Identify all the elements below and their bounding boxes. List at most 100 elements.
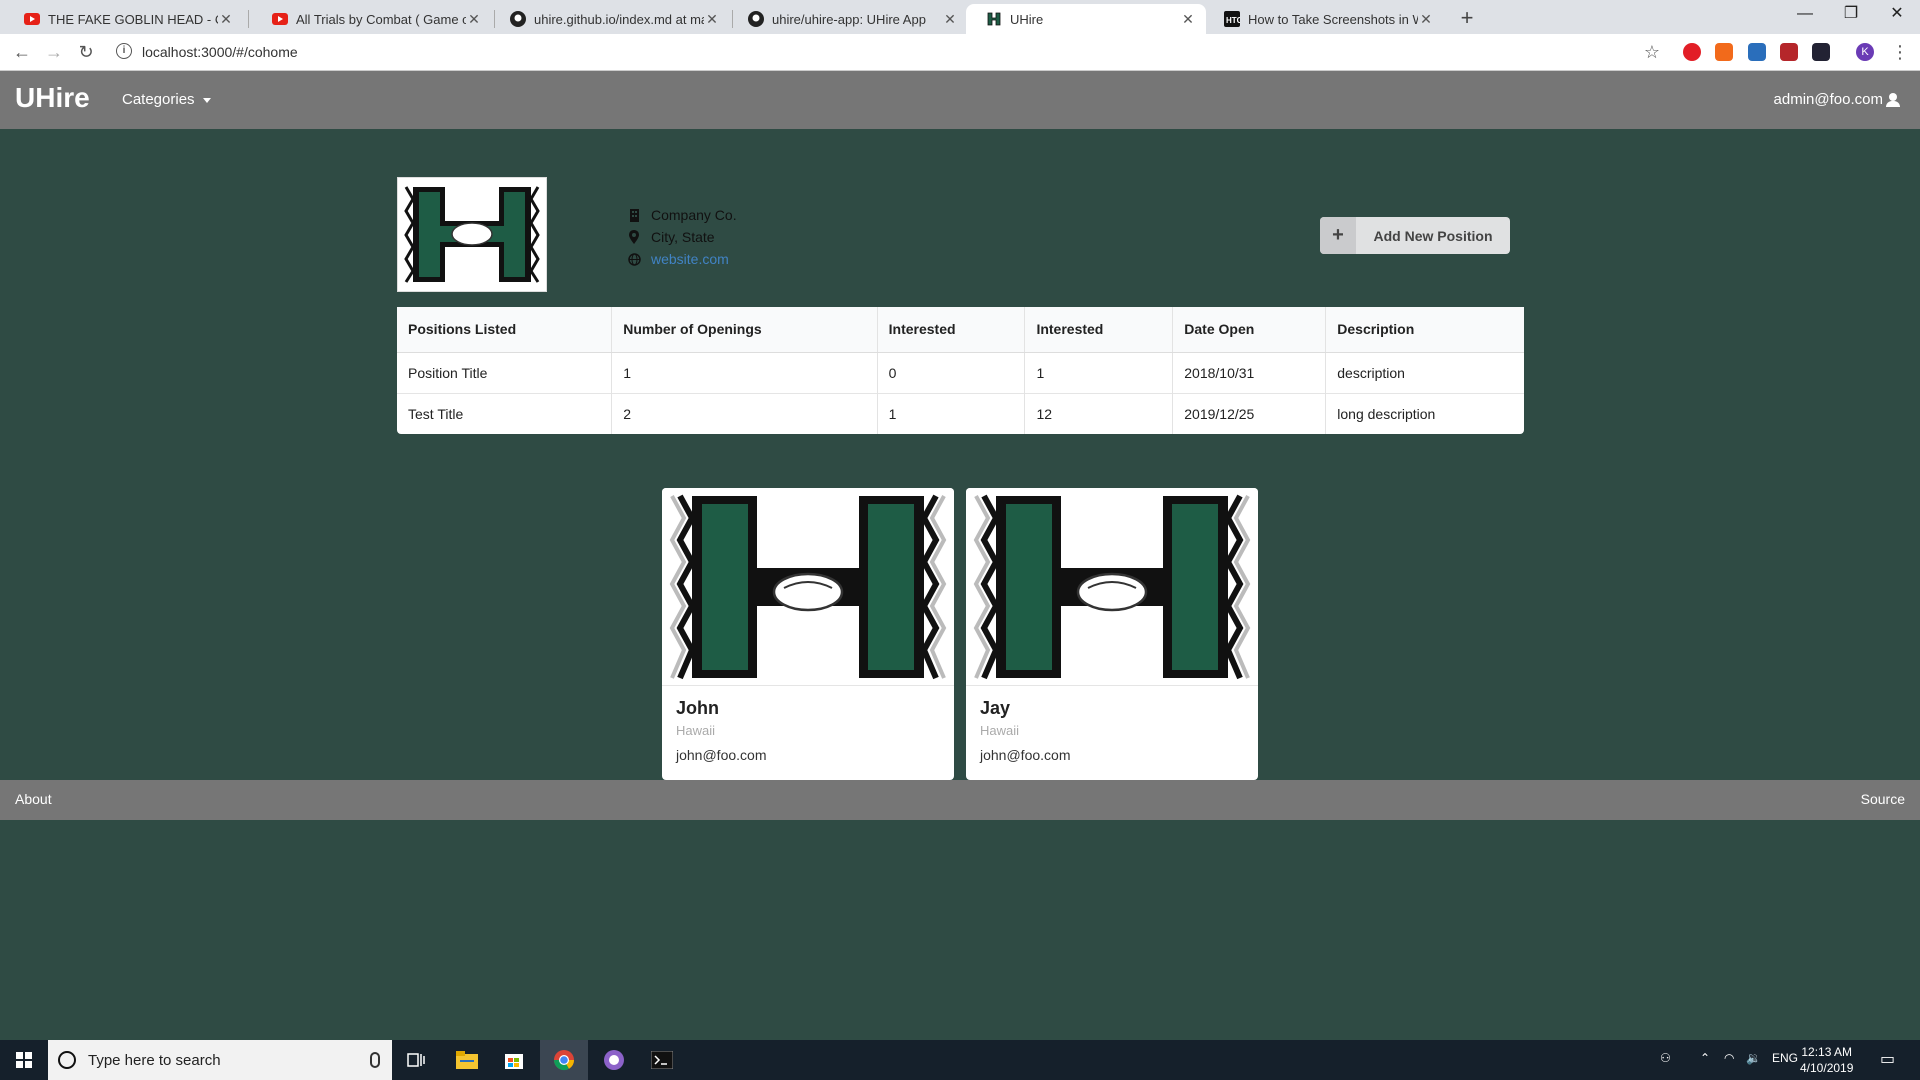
company-website-row: website.com [627,248,737,270]
taskbar-search-box[interactable]: Type here to search [48,1040,392,1080]
column-header: Interested [876,307,1025,353]
adblock-extension-icon[interactable] [1683,43,1701,61]
site-info-icon[interactable]: i [116,43,132,59]
back-button[interactable]: ← [10,40,34,64]
lock-extension-icon[interactable] [1715,43,1733,61]
app-navbar: UHire Categories admin@foo.com [0,71,1920,129]
close-tab-icon[interactable]: ✕ [218,11,234,28]
add-new-position-button[interactable]: + Add New Position [1320,217,1510,254]
browser-tab-4[interactable]: uhire/uhire-app: UHire App ✕ [728,4,968,34]
cortana-icon [58,1051,76,1069]
task-view-icon[interactable] [392,1040,440,1080]
categories-dropdown[interactable]: Categories [122,91,211,108]
company-website-link[interactable]: website.com [651,248,729,270]
chrome-taskbar-icon[interactable] [540,1040,588,1080]
table-cell: Test Title [397,392,612,434]
close-tab-icon[interactable]: ✕ [1180,11,1196,28]
minimize-button[interactable]: — [1782,0,1828,30]
candidate-image [966,488,1258,686]
table-cell: Position Title [397,351,612,393]
company-logo [397,177,547,292]
url-text: localhost:3000/#/cohome [142,44,298,60]
browser-menu-icon[interactable]: ⋮ [1888,40,1912,64]
table-cell: long description [1325,392,1524,434]
language-indicator[interactable]: ENG [1772,1051,1798,1065]
close-tab-icon[interactable]: ✕ [1418,11,1434,28]
source-link[interactable]: Source [1861,791,1905,807]
volume-icon[interactable]: 🔉 [1746,1051,1761,1065]
microsoft-store-icon[interactable] [490,1040,538,1080]
windows-taskbar: Type here to search ⚇ ⌃ ◠ 🔉 ENG 12:13 AM… [0,1040,1920,1080]
uhire-icon [986,11,1002,27]
github-icon [510,11,526,27]
reload-button[interactable]: ↻ [74,40,98,64]
tab-title: uhire.github.io/index.md at master [534,11,704,27]
browser-tab-2[interactable]: All Trials by Combat ( Game of Thrones )… [252,4,492,34]
building-icon [627,208,641,222]
user-menu[interactable]: admin@foo.com [1774,91,1900,108]
file-explorer-icon[interactable] [443,1040,491,1080]
candidate-location: Hawaii [980,723,1020,738]
browser-tab-1[interactable]: THE FAKE GOBLIN HEAD - OFFLINE ✕ [4,4,244,34]
red-extension-icon[interactable] [1780,43,1798,61]
people-icon[interactable]: ⚇ [1660,1051,1671,1065]
browser-tab-strip: THE FAKE GOBLIN HEAD - OFFLINE ✕ All Tri… [0,0,1920,34]
candidate-card[interactable]: John Hawaii john@foo.com [662,488,954,780]
clock-date: 4/10/2019 [1800,1061,1854,1075]
windows-start-button[interactable] [0,1040,48,1080]
clock-time: 12:13 AM [1801,1045,1853,1059]
profile-avatar[interactable]: K [1856,43,1874,61]
brand-logo-text[interactable]: UHire [15,82,90,114]
tab-title: UHire [1010,11,1044,27]
dark-extension-icon[interactable] [1812,43,1830,61]
translate-extension-icon[interactable] [1748,43,1766,61]
candidate-email: john@foo.com [980,747,1071,763]
notifications-icon[interactable]: ▭ [1880,1049,1895,1069]
table-cell: 1 [1024,351,1173,393]
forward-button[interactable]: → [42,40,66,64]
github-icon [748,11,764,27]
plus-icon: + [1320,217,1356,254]
table-cell: 1 [876,392,1025,434]
network-icon[interactable]: ◠ [1724,1051,1734,1065]
address-bar[interactable]: i localhost:3000/#/cohome [110,38,1670,67]
terminal-icon[interactable] [638,1040,686,1080]
browser-tab-6[interactable]: HTG How to Take Screenshots in Windows ✕ [1204,4,1444,34]
table-cell: 2019/12/25 [1172,392,1326,434]
add-new-position-label: Add New Position [1373,227,1493,244]
map-pin-icon [627,230,641,244]
browser-tab-3[interactable]: uhire.github.io/index.md at master ✕ [490,4,730,34]
restore-button[interactable]: ❐ [1828,0,1874,30]
purple-app-icon[interactable] [590,1040,638,1080]
column-header: Date Open [1172,307,1326,353]
svg-text:HTG: HTG [1226,16,1240,25]
microphone-icon[interactable] [370,1052,380,1068]
table-cell: 2018/10/31 [1172,351,1326,393]
close-tab-icon[interactable]: ✕ [704,11,720,28]
candidate-email: john@foo.com [676,747,767,763]
about-link[interactable]: About [15,791,52,807]
close-window-button[interactable]: ✕ [1874,0,1920,30]
table-header-row: Positions Listed Number of Openings Inte… [397,307,1524,353]
youtube-icon [24,11,40,27]
table-row: Test Title 2 1 12 2019/12/25 long descri… [397,392,1524,434]
column-header: Number of Openings [611,307,878,353]
windows-logo-icon [16,1052,32,1068]
htg-icon: HTG [1224,11,1240,27]
close-tab-icon[interactable]: ✕ [942,11,958,28]
close-tab-icon[interactable]: ✕ [466,11,482,28]
user-icon [1886,92,1900,107]
candidate-card[interactable]: Jay Hawaii john@foo.com [966,488,1258,780]
table-cell: 12 [1024,392,1173,434]
show-hidden-icons-icon[interactable]: ⌃ [1700,1051,1710,1065]
tab-title: uhire/uhire-app: UHire App [772,11,926,27]
taskbar-clock[interactable]: 12:13 AM 4/10/2019 [1800,1044,1853,1076]
new-tab-button[interactable]: + [1453,4,1481,32]
browser-tab-5-active[interactable]: UHire ✕ [966,4,1206,34]
search-placeholder: Type here to search [88,1051,221,1069]
candidate-name: John [676,698,719,718]
bookmark-star-icon[interactable]: ☆ [1640,40,1664,64]
table-row: Position Title 1 0 1 2018/10/31 descript… [397,351,1524,393]
company-location: City, State [651,229,715,245]
caret-down-icon [202,97,211,103]
